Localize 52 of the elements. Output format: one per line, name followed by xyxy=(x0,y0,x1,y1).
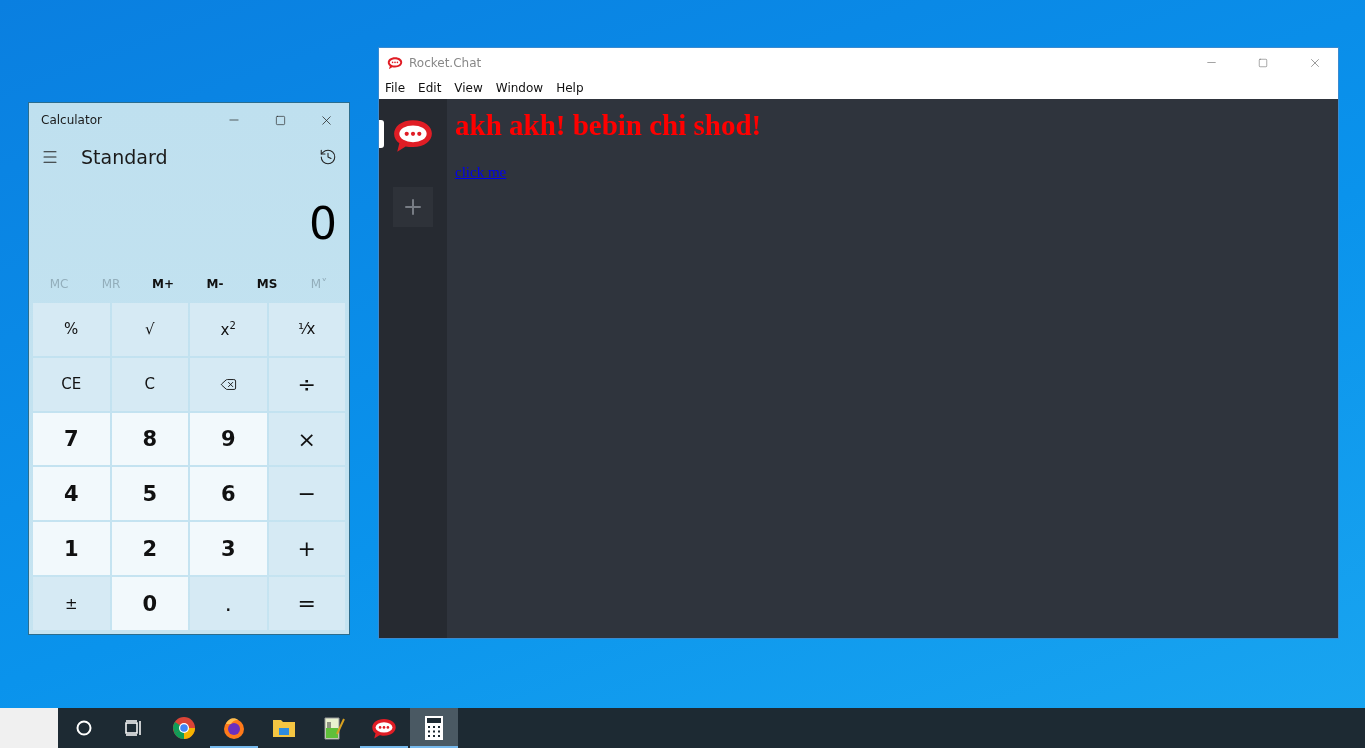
maximize-icon xyxy=(1258,57,1268,68)
notepad-icon xyxy=(323,716,345,740)
calculator-key[interactable]: + xyxy=(268,522,345,576)
calculator-key[interactable]: = xyxy=(268,577,345,630)
mode-title: Standard xyxy=(81,146,169,168)
memory-button[interactable]: M- xyxy=(189,269,241,299)
memory-button[interactable]: M+ xyxy=(137,269,189,299)
circle-icon xyxy=(76,720,92,736)
calculator-key[interactable]: ¹⁄x xyxy=(268,303,345,356)
history-icon xyxy=(319,148,337,166)
calculator-key[interactable]: √ xyxy=(111,303,188,356)
calculator-key[interactable]: × xyxy=(268,412,345,466)
calculator-key[interactable]: CE xyxy=(33,357,110,411)
browser-icon xyxy=(222,716,246,740)
calculator-key[interactable]: 8 xyxy=(111,412,188,466)
calculator-key[interactable]: − xyxy=(268,467,345,521)
calculator-key[interactable]: 4 xyxy=(33,467,110,521)
calculator-key[interactable]: 6 xyxy=(190,467,267,521)
page-heading: akh akh! bebin chi shod! xyxy=(455,109,763,142)
calculator-key[interactable]: 0 xyxy=(111,577,188,630)
calculator-key[interactable]: 2 xyxy=(111,522,188,576)
display-value: 0 xyxy=(309,197,337,249)
chat-bubble-icon xyxy=(371,716,397,740)
calculator-key[interactable]: ÷ xyxy=(268,357,345,411)
calculator-key[interactable]: x$^{2}$ xyxy=(190,303,267,356)
maximize-icon xyxy=(274,114,286,126)
chat-bubble-icon xyxy=(392,117,434,153)
calculator-key[interactable]: 7 xyxy=(33,412,110,466)
menu-item[interactable]: Help xyxy=(556,81,584,95)
task-view-icon xyxy=(125,720,143,736)
browser-icon xyxy=(172,716,196,740)
calculator-key[interactable]: 1 xyxy=(33,522,110,576)
calculator-icon xyxy=(425,716,443,740)
folder-icon xyxy=(272,718,296,738)
menu-icon xyxy=(41,148,59,166)
menu-item[interactable]: View xyxy=(454,81,483,95)
calculator-key[interactable]: % xyxy=(33,303,110,356)
calculator-key[interactable]: 3 xyxy=(190,522,267,576)
calculator-key[interactable]: 9 xyxy=(190,412,267,466)
window-title: Rocket.Chat xyxy=(409,55,483,70)
menu-item[interactable]: File xyxy=(385,81,406,95)
app-logo-icon xyxy=(387,55,403,70)
calculator-key[interactable]: 5 xyxy=(111,467,188,521)
taskbar-button[interactable] xyxy=(410,708,458,748)
menu-item[interactable]: Window xyxy=(495,81,544,95)
memory-button[interactable]: MS xyxy=(241,269,293,299)
window-title: Calculator xyxy=(41,113,103,127)
menu-item[interactable]: Edit xyxy=(418,81,442,95)
calculator-key[interactable]: ± xyxy=(33,577,110,630)
calculator-key[interactable]: . xyxy=(190,577,267,630)
calculator-key[interactable]: C xyxy=(111,357,188,411)
add-server-button[interactable] xyxy=(393,187,433,227)
